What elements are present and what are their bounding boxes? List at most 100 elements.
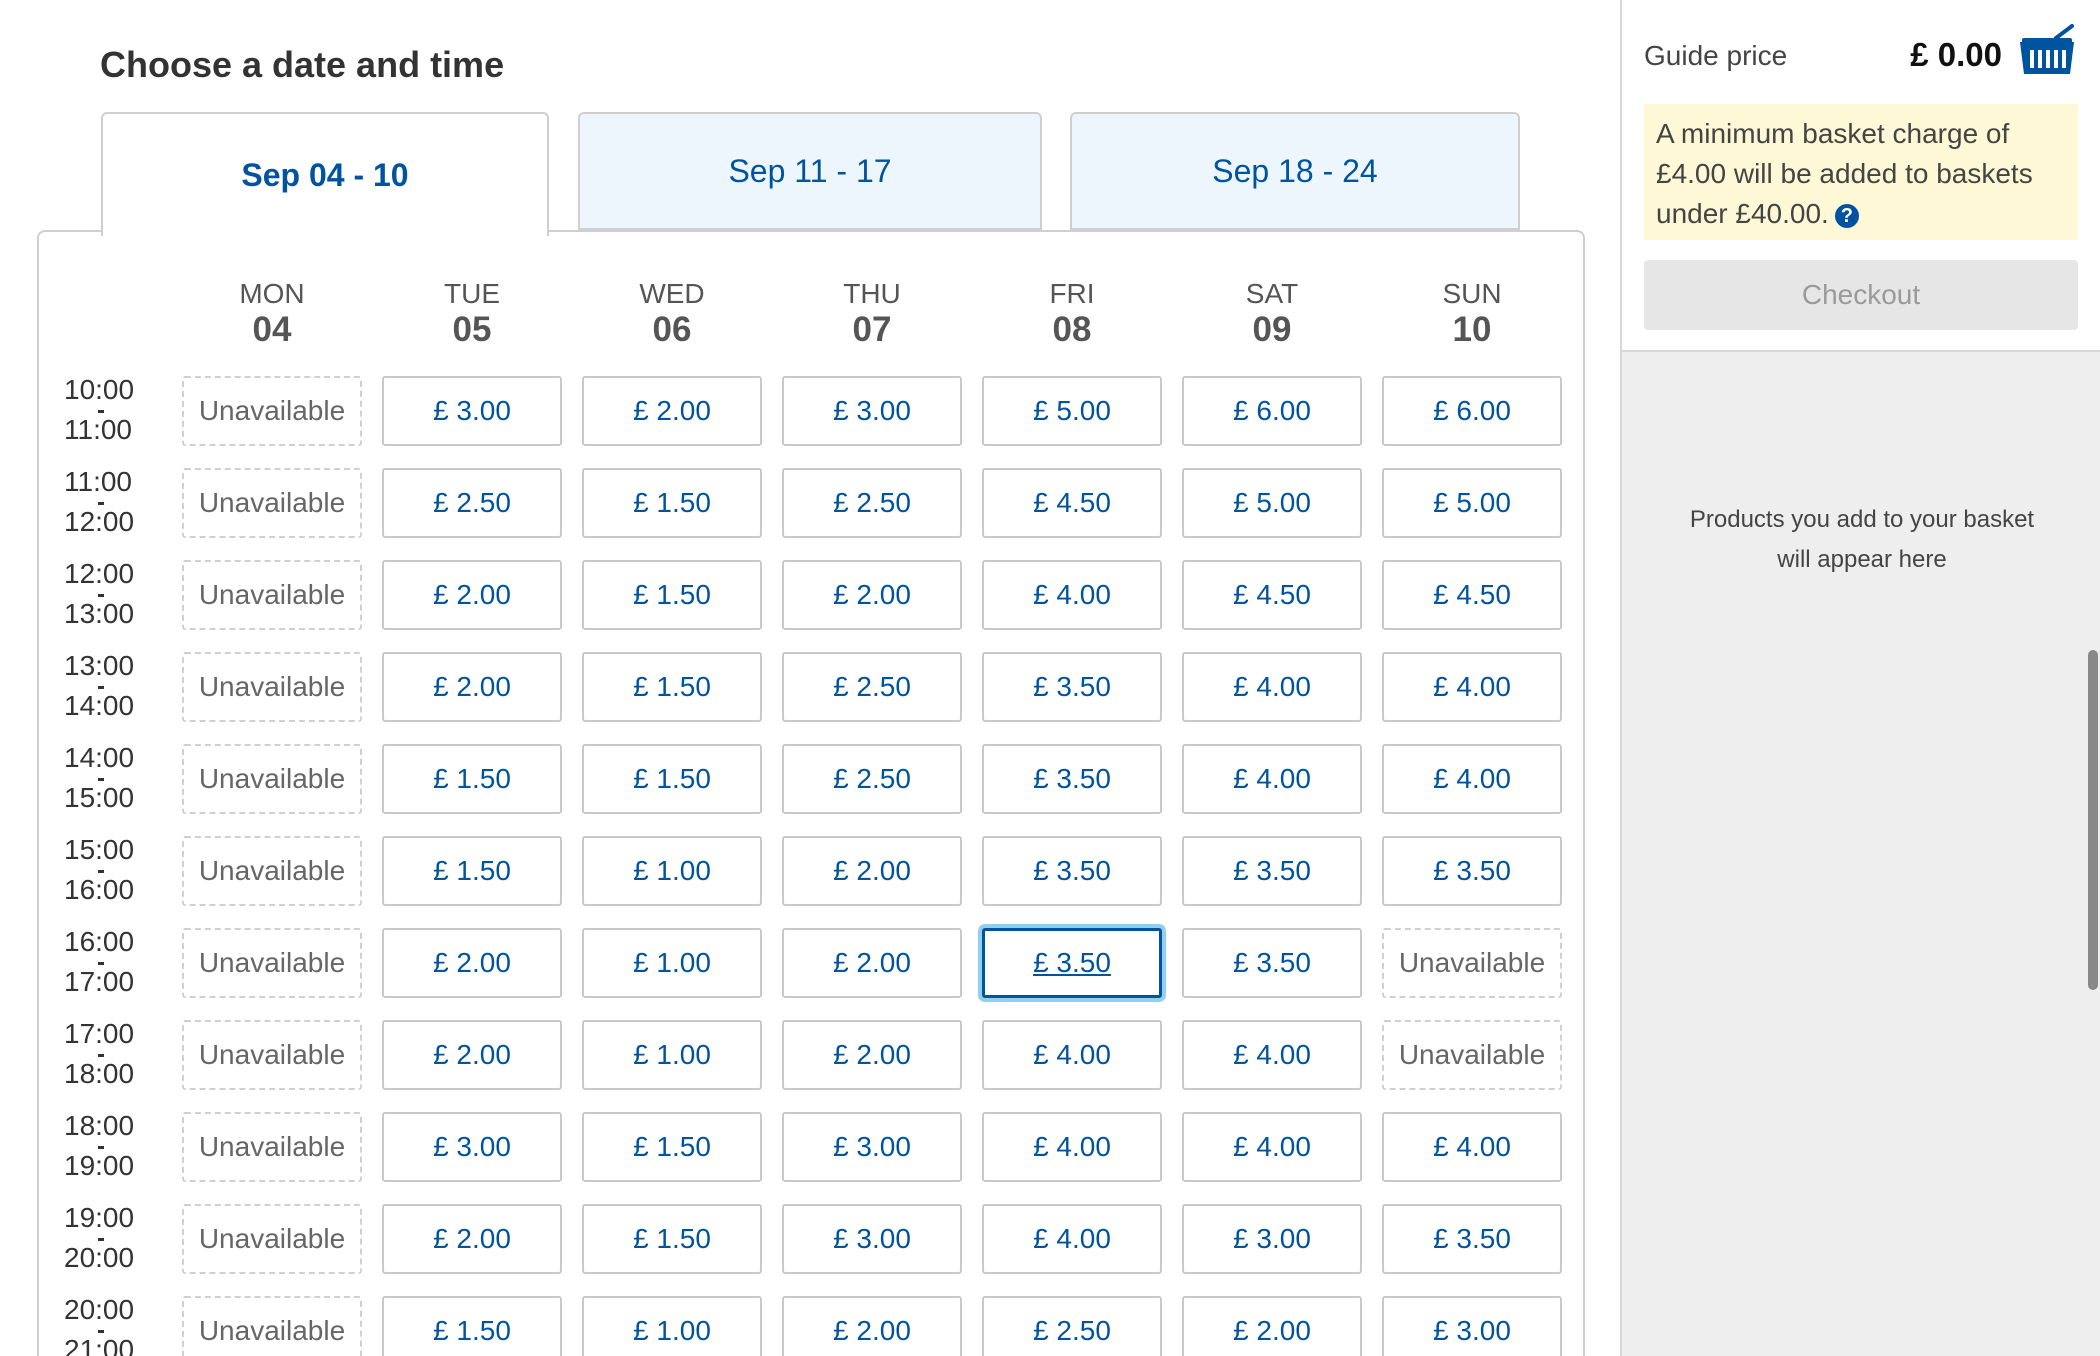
slot-button[interactable]: £ 4.50 — [1382, 560, 1562, 630]
slot-button[interactable]: £ 2.00 — [582, 376, 762, 446]
time-range-label: 15:00 16:00 — [64, 830, 140, 910]
slot-button[interactable]: £ 3.00 — [1182, 1204, 1362, 1274]
slot-button[interactable]: £ 5.00 — [1182, 468, 1362, 538]
basket-summary: Guide price £ 0.00 A minimum basket char… — [1622, 0, 2100, 352]
slot-button[interactable]: £ 4.00 — [1382, 744, 1562, 814]
slot-button[interactable]: £ 1.50 — [582, 1204, 762, 1274]
slot-button[interactable]: £ 1.50 — [382, 836, 562, 906]
day-number: 09 — [1252, 310, 1292, 349]
slot-button[interactable]: £ 3.50 — [982, 744, 1162, 814]
slot-button[interactable]: £ 2.50 — [782, 744, 962, 814]
slot-button[interactable]: £ 3.50 — [1382, 836, 1562, 906]
day-number: 06 — [652, 310, 692, 349]
slot-button[interactable]: £ 4.00 — [982, 1020, 1162, 1090]
slot-button[interactable]: £ 3.00 — [382, 1112, 562, 1182]
slot-button[interactable]: £ 4.00 — [1382, 1112, 1562, 1182]
tab-week-2[interactable]: Sep 11 - 17 — [578, 112, 1042, 230]
slot-button[interactable]: £ 2.00 — [782, 1020, 962, 1090]
slot-button[interactable]: £ 4.00 — [982, 1204, 1162, 1274]
guide-price-value: £ 0.00 — [1910, 36, 2002, 73]
slot-button[interactable]: £ 3.00 — [382, 376, 562, 446]
guide-price-label: Guide price — [1644, 40, 1788, 71]
slot-button[interactable]: £ 3.50 — [1182, 928, 1362, 998]
slot-button[interactable]: £ 1.00 — [582, 1020, 762, 1090]
slot-button[interactable]: £ 2.50 — [782, 468, 962, 538]
slot-unavailable: Unavailable — [1382, 928, 1562, 998]
slot-button[interactable]: £ 3.00 — [782, 1204, 962, 1274]
slot-unavailable: Unavailable — [182, 1296, 362, 1356]
time-dash — [98, 1146, 104, 1149]
day-header-sun: SUN 10 — [1382, 278, 1562, 350]
slot-button[interactable]: £ 2.00 — [782, 1296, 962, 1356]
slot-button[interactable]: £ 6.00 — [1382, 376, 1562, 446]
slot-button[interactable]: £ 6.00 — [1182, 376, 1362, 446]
slot-button[interactable]: £ 4.00 — [1182, 652, 1362, 722]
slot-button[interactable]: £ 3.50 — [1382, 1204, 1562, 1274]
time-start: 12:00 — [64, 558, 135, 589]
slot-button[interactable]: £ 3.00 — [1382, 1296, 1562, 1356]
slot-button[interactable]: £ 4.50 — [982, 468, 1162, 538]
slot-unavailable: Unavailable — [182, 652, 362, 722]
slot-button[interactable]: £ 1.50 — [582, 744, 762, 814]
slot-button[interactable]: £ 2.00 — [782, 560, 962, 630]
day-name: SUN — [1442, 278, 1502, 309]
slot-button[interactable]: £ 1.50 — [582, 560, 762, 630]
slot-button[interactable]: £ 2.00 — [782, 836, 962, 906]
slot-button[interactable]: £ 1.50 — [382, 1296, 562, 1356]
help-icon[interactable]: ? — [1834, 203, 1859, 228]
empty-basket-message: Products you add to your basket will app… — [1689, 506, 2035, 573]
slot-button[interactable]: £ 2.00 — [382, 928, 562, 998]
slot-button[interactable]: £ 5.00 — [982, 376, 1162, 446]
slot-button[interactable]: £ 1.00 — [582, 928, 762, 998]
sidebar-scrollbar[interactable] — [2088, 650, 2098, 990]
time-dash — [98, 1330, 104, 1333]
slot-button[interactable]: £ 1.50 — [582, 1112, 762, 1182]
time-end: 20:00 — [64, 1242, 135, 1273]
slot-button[interactable]: £ 4.00 — [1182, 744, 1362, 814]
day-number: 07 — [852, 310, 892, 349]
basket-sidebar: Guide price £ 0.00 A minimum basket char… — [1620, 0, 2100, 1356]
slot-button[interactable]: £ 2.00 — [382, 560, 562, 630]
slot-button[interactable]: £ 3.50 — [1182, 836, 1362, 906]
slot-button[interactable]: £ 5.00 — [1382, 468, 1562, 538]
slot-button[interactable]: £ 2.00 — [382, 1020, 562, 1090]
slot-button[interactable]: £ 4.00 — [982, 1112, 1162, 1182]
slot-button[interactable]: £ 4.50 — [1182, 560, 1362, 630]
checkout-button[interactable]: Checkout — [1644, 260, 2078, 330]
time-start: 19:00 — [64, 1202, 135, 1233]
slot-button[interactable]: £ 1.00 — [582, 1296, 762, 1356]
slot-button[interactable]: £ 1.50 — [382, 744, 562, 814]
day-number: 08 — [1052, 310, 1092, 349]
slot-button[interactable]: £ 2.50 — [382, 468, 562, 538]
slot-button[interactable]: £ 4.00 — [1182, 1020, 1362, 1090]
slot-button[interactable]: £ 4.00 — [982, 560, 1162, 630]
slot-button[interactable]: £ 2.00 — [382, 652, 562, 722]
slot-button[interactable]: £ 1.00 — [582, 836, 762, 906]
slot-button[interactable]: £ 2.00 — [382, 1204, 562, 1274]
slot-button[interactable]: £ 3.50 — [982, 652, 1162, 722]
tab-week-3[interactable]: Sep 18 - 24 — [1070, 112, 1520, 230]
slot-unavailable: Unavailable — [182, 560, 362, 630]
time-range-label: 10:00 11:00 — [64, 370, 140, 450]
slot-button[interactable]: £ 4.00 — [1382, 652, 1562, 722]
time-range-label: 11:00 12:00 — [64, 462, 140, 542]
slot-button[interactable]: £ 2.50 — [782, 652, 962, 722]
minimum-charge-notice: A minimum basket charge of £4.00 will be… — [1644, 104, 2078, 240]
slot-button[interactable]: £ 3.00 — [782, 376, 962, 446]
basket-icon[interactable] — [2016, 24, 2078, 80]
slot-button[interactable]: £ 4.00 — [1182, 1112, 1362, 1182]
slot-button[interactable]: £ 3.50 — [982, 928, 1162, 998]
time-start: 10:00 — [64, 374, 135, 405]
time-end: 15:00 — [64, 782, 135, 813]
slot-button[interactable]: £ 3.00 — [782, 1112, 962, 1182]
slot-button[interactable]: £ 1.50 — [582, 468, 762, 538]
slot-button[interactable]: £ 2.50 — [982, 1296, 1162, 1356]
slot-button[interactable]: £ 2.00 — [1182, 1296, 1362, 1356]
slot-button[interactable]: £ 3.50 — [982, 836, 1162, 906]
time-end: 14:00 — [64, 690, 135, 721]
slot-button[interactable]: £ 2.00 — [782, 928, 962, 998]
slot-button[interactable]: £ 1.50 — [582, 652, 762, 722]
tab-week-1[interactable]: Sep 04 - 10 — [101, 112, 549, 236]
time-start: 20:00 — [64, 1294, 135, 1325]
day-name: FRI — [1049, 278, 1095, 309]
